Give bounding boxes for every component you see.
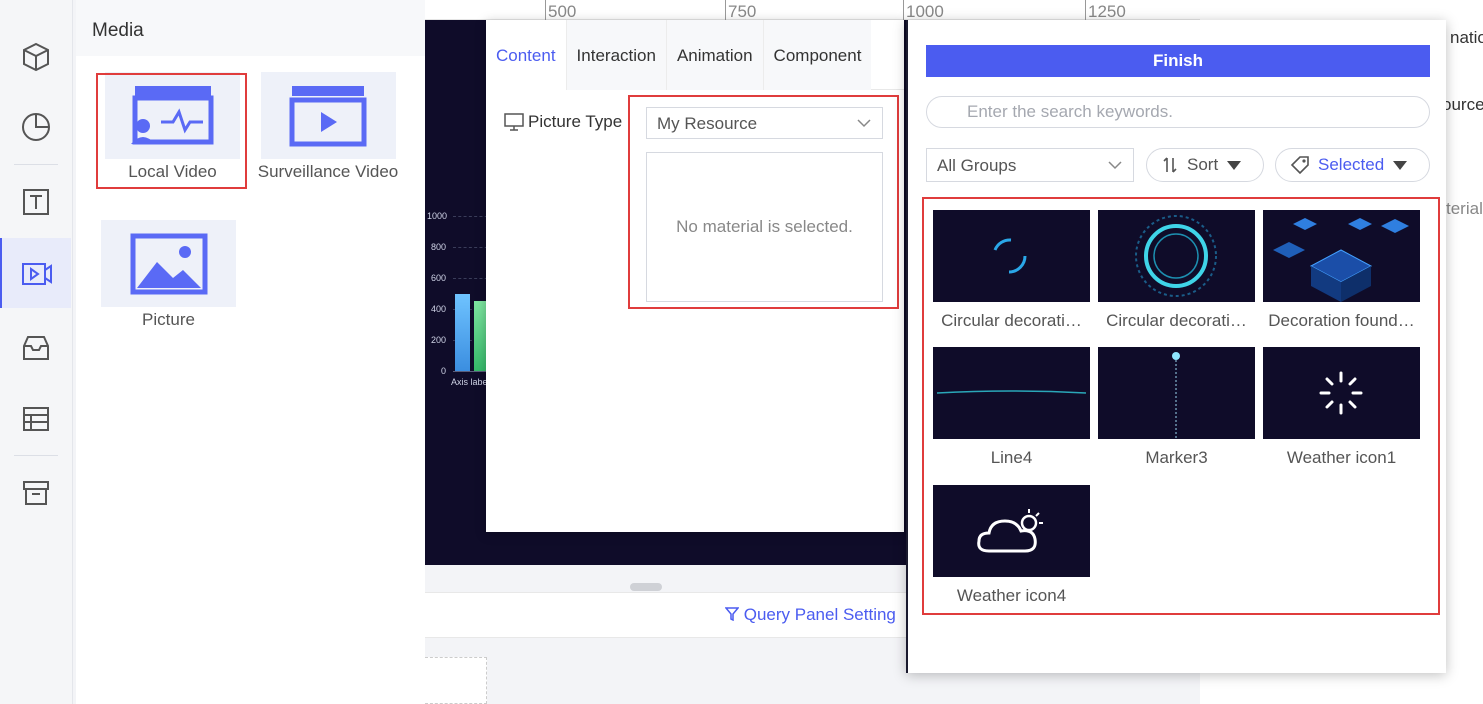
query-panel-setting-label: Query Panel Setting xyxy=(743,605,896,624)
media-button[interactable] xyxy=(0,238,71,308)
icon-rail xyxy=(0,0,73,704)
resource-grid-highlight xyxy=(922,197,1440,615)
chart-pie-icon xyxy=(21,113,50,141)
picture-icon xyxy=(130,233,207,294)
y-tick: 0 xyxy=(441,366,447,376)
archive-icon xyxy=(22,481,49,505)
x-axis-label: Axis labe xyxy=(451,377,488,387)
cube-icon xyxy=(22,42,49,72)
right-panel-text: ource xyxy=(1442,95,1483,114)
sort-label: Sort xyxy=(1187,155,1219,174)
surveillance-video-icon xyxy=(289,85,367,146)
inbox-button[interactable] xyxy=(0,313,71,383)
media-icon xyxy=(21,263,52,285)
y-tick: 200 xyxy=(431,335,447,345)
tab-component[interactable]: Component xyxy=(763,20,872,90)
local-video-highlight xyxy=(96,73,247,189)
selected-filter-button[interactable]: Selected xyxy=(1275,148,1430,182)
archive-button[interactable] xyxy=(0,458,71,528)
monitor-icon xyxy=(504,113,524,131)
properties-tabs: Content Interaction Animation Component xyxy=(486,20,904,90)
picture-tile[interactable]: Picture xyxy=(100,220,237,330)
ruler-tick: 750 xyxy=(725,0,756,21)
filter-icon xyxy=(724,607,740,622)
y-tick: 1000 xyxy=(427,211,448,221)
caret-down-icon xyxy=(1227,161,1242,170)
y-tick: 600 xyxy=(431,273,447,283)
text-button[interactable] xyxy=(0,167,71,237)
group-select-value: All Groups xyxy=(937,156,1017,175)
tag-icon xyxy=(1290,156,1309,175)
table-icon xyxy=(22,407,49,431)
tab-interaction[interactable]: Interaction xyxy=(566,20,667,90)
surveillance-video-tile[interactable]: Surveillance Video xyxy=(252,72,404,182)
right-panel-text: terial xyxy=(1446,199,1483,218)
chevron-down-icon xyxy=(1108,161,1122,170)
sort-button[interactable]: Sort xyxy=(1146,148,1264,182)
surveillance-video-label: Surveillance Video xyxy=(257,162,399,181)
media-panel-title: Media xyxy=(76,0,425,56)
y-tick: 800 xyxy=(431,242,447,252)
inbox-icon xyxy=(22,336,49,360)
picture-type-row: Picture Type xyxy=(504,112,622,132)
finish-button[interactable]: Finish xyxy=(926,45,1430,77)
group-select[interactable]: All Groups xyxy=(926,148,1134,182)
chart-bar xyxy=(455,294,470,371)
ruler-tick: 1250 xyxy=(1085,0,1126,21)
sort-icon xyxy=(1163,157,1177,173)
caret-down-icon xyxy=(1393,161,1408,170)
source-highlight xyxy=(628,95,899,309)
horizontal-ruler: 500 750 1000 1250 xyxy=(425,0,1200,21)
right-panel-text: natio xyxy=(1450,28,1483,47)
tab-animation[interactable]: Animation xyxy=(666,20,764,90)
selected-label: Selected xyxy=(1318,155,1385,174)
query-panel-setting-link[interactable]: Query Panel Setting xyxy=(724,605,896,625)
y-tick: 400 xyxy=(431,304,447,314)
text-icon xyxy=(22,189,49,215)
ruler-tick: 1000 xyxy=(903,0,944,21)
picture-type-label: Picture Type xyxy=(528,112,623,131)
canvas-scrollbar-thumb[interactable] xyxy=(630,583,662,591)
charts-button[interactable] xyxy=(0,92,71,162)
picture-label: Picture xyxy=(142,310,195,329)
table-button[interactable] xyxy=(0,384,71,454)
tab-content[interactable]: Content xyxy=(486,20,567,90)
ruler-tick: 500 xyxy=(545,0,576,21)
components-3d-button[interactable] xyxy=(0,22,71,92)
search-input[interactable] xyxy=(926,96,1430,128)
